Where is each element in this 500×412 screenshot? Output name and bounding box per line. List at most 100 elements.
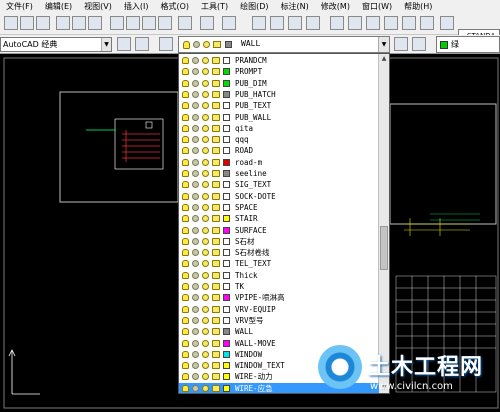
freeze-sun-icon[interactable] <box>192 271 199 279</box>
lock-icon[interactable] <box>212 384 220 392</box>
viewport-freeze-icon[interactable] <box>202 170 209 177</box>
layer-row[interactable]: Thick <box>179 270 379 281</box>
workspace-save-icon[interactable] <box>135 37 149 51</box>
text-style-icon[interactable] <box>440 16 454 30</box>
paste-icon[interactable] <box>142 16 156 30</box>
lock-icon[interactable] <box>212 181 220 189</box>
make-object-layer-current-icon[interactable] <box>394 37 408 51</box>
menu-item[interactable]: 标注(N) <box>275 0 315 13</box>
layer-color-swatch[interactable] <box>223 362 230 370</box>
freeze-sun-icon[interactable] <box>192 237 199 245</box>
menu-item[interactable]: 工具(T) <box>195 0 234 13</box>
freeze-sun-icon[interactable] <box>192 192 199 200</box>
viewport-freeze-icon[interactable] <box>202 350 209 358</box>
viewport-freeze-icon[interactable] <box>202 192 209 200</box>
freeze-sun-icon[interactable] <box>192 316 199 324</box>
layer-row[interactable]: S石材 <box>179 236 379 247</box>
lightbulb-icon[interactable] <box>182 362 189 370</box>
lock-icon[interactable] <box>212 237 220 245</box>
lock-icon[interactable] <box>212 362 220 370</box>
layer-color-swatch[interactable] <box>223 158 230 166</box>
layer-row[interactable]: ROAD <box>179 145 379 156</box>
lock-icon[interactable] <box>212 102 220 110</box>
layer-color-swatch[interactable] <box>223 294 230 302</box>
lightbulb-icon[interactable] <box>182 316 189 324</box>
lock-icon[interactable] <box>212 158 220 166</box>
layer-color-swatch[interactable] <box>223 283 230 290</box>
lock-icon[interactable] <box>212 294 220 302</box>
menu-item[interactable]: 绘图(D) <box>234 0 274 13</box>
freeze-sun-icon[interactable] <box>192 373 199 381</box>
zoom-window-icon[interactable] <box>288 16 302 30</box>
viewport-freeze-icon[interactable] <box>202 147 209 155</box>
layer-row[interactable]: STAIR <box>179 213 379 224</box>
viewport-freeze-icon[interactable] <box>202 237 209 245</box>
layer-row[interactable]: PUB_DIM <box>179 78 379 89</box>
lightbulb-icon[interactable] <box>182 328 189 336</box>
layer-color-swatch[interactable] <box>223 350 230 358</box>
layer-color-swatch[interactable] <box>223 57 230 64</box>
lightbulb-icon[interactable] <box>182 57 189 64</box>
lock-icon[interactable] <box>212 136 220 144</box>
freeze-sun-icon[interactable] <box>192 283 199 290</box>
freeze-sun-icon[interactable] <box>192 158 199 166</box>
viewport-freeze-icon[interactable] <box>202 249 209 257</box>
layer-select[interactable]: WALL ▼ <box>178 36 390 53</box>
new-file-icon[interactable] <box>4 16 18 30</box>
viewport-freeze-icon[interactable] <box>202 124 209 132</box>
menu-item[interactable]: 格式(O) <box>154 0 195 13</box>
freeze-sun-icon[interactable] <box>192 181 199 189</box>
freeze-sun-icon[interactable] <box>192 124 199 132</box>
layer-color-swatch[interactable] <box>223 203 230 211</box>
lightbulb-icon[interactable] <box>182 350 189 358</box>
undo-icon[interactable] <box>200 16 214 30</box>
freeze-sun-icon[interactable] <box>192 350 199 358</box>
viewport-freeze-icon[interactable] <box>202 339 209 347</box>
layer-row[interactable]: S石材卷线 <box>179 247 379 258</box>
freeze-sun-icon[interactable] <box>192 294 199 302</box>
lightbulb-icon[interactable] <box>182 339 189 347</box>
zoom-realtime-icon[interactable] <box>270 16 284 30</box>
freeze-sun-icon[interactable] <box>192 90 199 98</box>
lightbulb-icon[interactable] <box>182 113 189 121</box>
lock-icon[interactable] <box>212 373 220 381</box>
layer-row[interactable]: qita <box>179 123 379 134</box>
layer-color-swatch[interactable] <box>223 215 230 223</box>
lock-icon[interactable] <box>212 283 220 290</box>
layer-row[interactable]: WALL <box>179 326 379 337</box>
menu-item[interactable]: 视图(V) <box>78 0 118 13</box>
layer-color-swatch[interactable] <box>223 147 230 155</box>
layer-color-swatch[interactable] <box>223 113 230 121</box>
viewport-freeze-icon[interactable] <box>202 373 209 381</box>
layer-color-swatch[interactable] <box>223 271 230 279</box>
layer-color-swatch[interactable] <box>223 90 230 98</box>
print-icon[interactable] <box>56 16 70 30</box>
freeze-sun-icon[interactable] <box>192 79 199 87</box>
layer-row[interactable]: SIG_TEXT <box>179 179 379 190</box>
lock-icon[interactable] <box>212 215 220 223</box>
viewport-freeze-icon[interactable] <box>202 136 209 144</box>
layer-row[interactable]: VRV型号 <box>179 315 379 326</box>
lightbulb-icon[interactable] <box>182 203 189 211</box>
lock-icon[interactable] <box>212 79 220 87</box>
copy-icon[interactable] <box>126 16 140 30</box>
design-center-icon[interactable] <box>348 16 362 30</box>
lock-icon[interactable] <box>212 316 220 324</box>
freeze-sun-icon[interactable] <box>192 339 199 347</box>
layer-color-swatch[interactable] <box>223 384 230 392</box>
lightbulb-icon[interactable] <box>182 271 189 279</box>
layer-row[interactable]: SOCK-DOTE <box>179 191 379 202</box>
viewport-freeze-icon[interactable] <box>202 57 209 64</box>
viewport-freeze-icon[interactable] <box>202 226 209 234</box>
freeze-sun-icon[interactable] <box>192 68 199 76</box>
layer-row[interactable]: PUB_HATCH <box>179 89 379 100</box>
lightbulb-icon[interactable] <box>182 136 189 144</box>
lock-icon[interactable] <box>212 57 220 64</box>
lock-icon[interactable] <box>212 350 220 358</box>
lightbulb-icon[interactable] <box>182 147 189 155</box>
layer-row[interactable]: PROMPT <box>179 66 379 77</box>
layer-color-swatch[interactable] <box>223 170 230 177</box>
layer-color-swatch[interactable] <box>223 181 230 189</box>
color-select[interactable]: 绿 <box>436 36 500 53</box>
lightbulb-icon[interactable] <box>182 260 189 268</box>
